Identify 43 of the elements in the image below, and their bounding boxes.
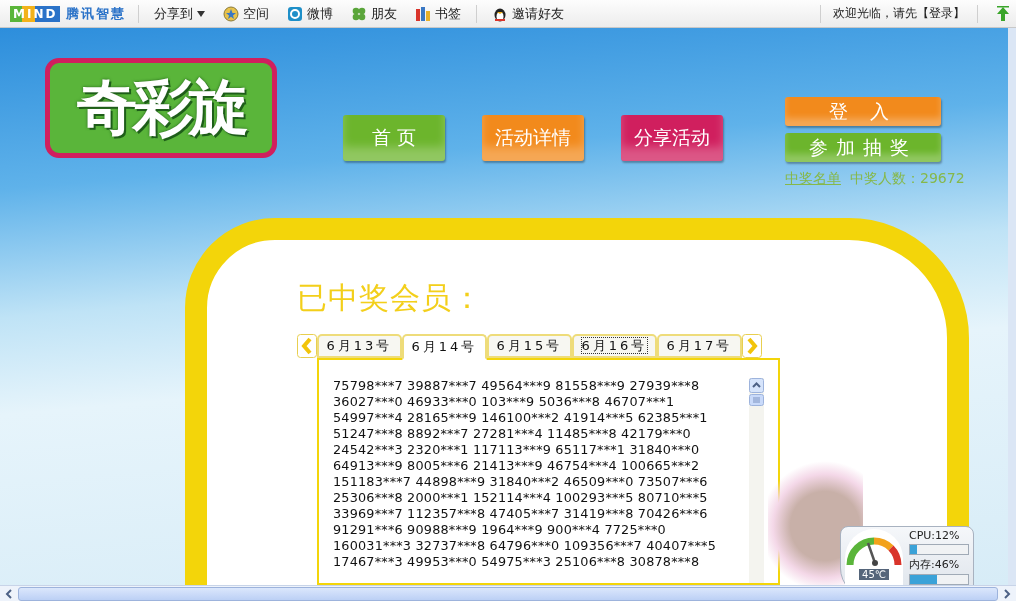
winner-ids: 75798***7 39887***7 49564***9 81558***9 27939***8	[333, 378, 701, 394]
winner-ids: 51247***8 8892***7 27281***4 11485***8 42179***0	[333, 426, 692, 442]
vertical-scrollbar[interactable]	[749, 378, 764, 583]
invite-button[interactable]: 邀请好友	[489, 4, 568, 23]
share-target-button[interactable]: 朋友	[348, 4, 401, 23]
date-tab[interactable]: 6月15号	[487, 334, 572, 358]
star-badge-icon	[223, 5, 240, 22]
winner-count: 中奖人数：29672	[850, 170, 965, 188]
winner-ids: 25306***8 2000***1 152114***4 100293***5 80710***5	[333, 490, 709, 506]
chevron-right-icon[interactable]	[742, 334, 762, 358]
share-target-button[interactable]: 微博	[284, 4, 337, 23]
meter-label: 内存:46%	[909, 557, 961, 572]
up-arrow-icon[interactable]	[996, 5, 1010, 22]
winner-ids: 64913***9 8005***6 21413***9 46754***4 100665***2	[333, 458, 701, 474]
share-button[interactable]: 分享到	[151, 4, 209, 23]
brand-logo: MIND	[10, 5, 61, 22]
winner-ids: 24542***3 2320***1 117113***9 65117***1 31840***0	[333, 442, 701, 458]
scroll-up-icon[interactable]	[749, 378, 764, 393]
share-target-button[interactable]: 空间	[220, 4, 273, 23]
winner-ids: 91291***6 90988***9 1964***9 900***4 7725***0	[333, 522, 667, 538]
winner-ids: 160031***3 32737***8 64796***0 109356***7 40407***5	[333, 538, 717, 554]
date-tab[interactable]: 6月17号	[657, 334, 742, 358]
winner-ids: 151183***7 44898***9 31840***2 46509***0 73507***6	[333, 474, 709, 490]
meter-label: CPU:12%	[909, 529, 961, 542]
brand-name: 腾讯智慧	[66, 4, 127, 23]
scroll-thumb-icon[interactable]	[749, 394, 764, 406]
chevron-left-icon[interactable]	[297, 334, 317, 358]
winner-ids: 36027***0 46933***0 103***9 5036***8 46707***1	[333, 394, 676, 410]
winner-ids: 33969***7 112357***8 47405***7 31419***8 70426***6	[333, 506, 709, 522]
winner-ids: 54997***4 28165***9 146100***2 41914***5 62385***1	[333, 410, 709, 426]
share-target-button[interactable]: 书签	[412, 4, 465, 23]
date-tab[interactable]: 6月16号	[572, 334, 657, 358]
section-title: 已中奖会员：	[297, 279, 484, 317]
speech-bubble-icon	[287, 5, 304, 22]
winner-ids: 17467***3 49953***0 54975***3 25106***8 30878***8	[333, 554, 701, 570]
date-tab[interactable]: 6月14号	[402, 334, 487, 360]
books-icon	[415, 5, 432, 22]
login-link[interactable]: 欢迎光临，请先【登录】	[833, 5, 965, 22]
clover-icon	[351, 5, 368, 22]
nav-button[interactable]: 分享活动	[621, 115, 723, 161]
temperature-reading: 45℃	[859, 569, 889, 580]
caret-icon	[197, 10, 206, 17]
date-tab[interactable]: 6月13号	[317, 334, 402, 358]
